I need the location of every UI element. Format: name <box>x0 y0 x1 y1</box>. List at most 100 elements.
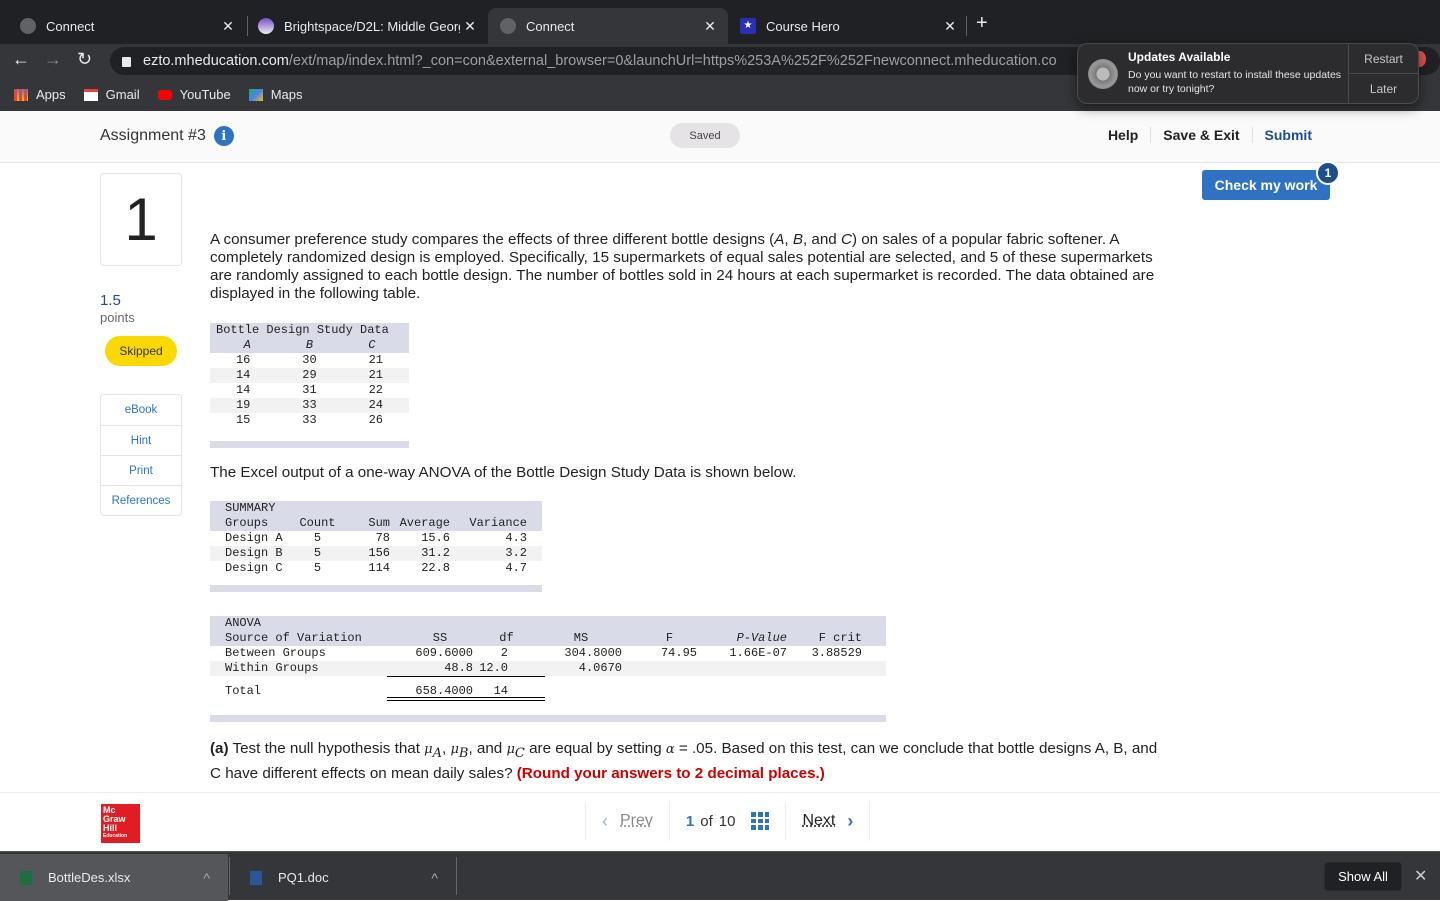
close-tab-icon[interactable]: ✕ <box>218 18 238 35</box>
maps-icon <box>248 88 263 101</box>
table-cell: 1.66E-07 <box>729 646 787 660</box>
table-cell: 22 <box>368 383 384 397</box>
chevron-left-icon: ‹ <box>602 810 608 831</box>
table-cell: 19 <box>235 398 251 412</box>
youtube-icon <box>157 89 172 100</box>
table-cell: 14 <box>235 368 251 382</box>
new-tab-button[interactable]: + <box>976 12 988 35</box>
bookmark-maps[interactable]: Maps <box>248 87 302 102</box>
table-title: ANOVA <box>225 616 262 630</box>
tab-course-hero[interactable]: ★ Course Hero ✕ <box>728 8 968 44</box>
save-exit-link[interactable]: Save & Exit <box>1150 127 1251 143</box>
mcgraw-hill-logo: Mc Graw Hill Education <box>101 804 140 843</box>
table-cell: 4.0670 <box>578 661 622 675</box>
next-button[interactable]: Next › <box>785 801 871 841</box>
subtotal-rule <box>387 676 545 677</box>
chevron-up-icon[interactable]: ^ <box>431 870 438 886</box>
hint-button[interactable]: Hint <box>101 425 181 455</box>
table-cell <box>787 661 862 676</box>
chevron-right-icon: › <box>847 810 854 831</box>
anova-table: ANOVA Source of Variation SS df MS F P-V… <box>210 616 886 722</box>
table-cell: 4.7 <box>505 561 527 575</box>
close-tab-icon[interactable]: ✕ <box>700 18 720 35</box>
download-item-doc[interactable]: PQ1.doc ^ <box>230 854 456 901</box>
table-cell: 29 <box>302 368 317 382</box>
submit-link[interactable]: Submit <box>1251 127 1312 143</box>
system-preferences-gear-icon <box>1088 59 1118 89</box>
close-tab-icon[interactable]: ✕ <box>460 18 480 35</box>
total-double-rule <box>387 697 545 701</box>
column-header: C <box>368 338 376 352</box>
table-cell: 48.8 <box>444 661 473 675</box>
table-cell: 5 <box>313 561 322 575</box>
table-row: Design A 5 78 15.6 4.3 <box>210 531 542 546</box>
table-cell: 30 <box>302 353 317 367</box>
question-pager: ‹ Prev 1 of 10 Next › <box>585 801 871 841</box>
reload-icon[interactable]: ↻ <box>77 49 92 70</box>
excel-output-text: The Excel output of a one-way ANOVA of t… <box>210 464 797 481</box>
question-grid-icon[interactable] <box>751 812 770 830</box>
points-label: points <box>100 310 135 325</box>
notification-title: Updates Available <box>1128 50 1231 64</box>
back-arrow-icon[interactable]: ← <box>12 49 30 70</box>
table-row: 16 30 21 <box>210 353 409 368</box>
ebook-button[interactable]: eBook <box>101 395 181 425</box>
tab-connect-active[interactable]: Connect ✕ <box>488 8 728 44</box>
table-cell: 14 <box>235 383 251 397</box>
table-cell: Design C <box>225 561 283 575</box>
column-header: B <box>305 338 314 352</box>
column-header: F <box>665 631 674 645</box>
column-header: Count <box>299 516 336 530</box>
show-all-button[interactable]: Show All <box>1324 862 1402 891</box>
tab-brightspace[interactable]: Brightspace/D2L: Middle Georg ✕ <box>238 8 488 44</box>
table-cell: 16 <box>235 353 251 367</box>
table-cell: 31 <box>302 383 317 397</box>
updates-notification: Updates Available Do you want to restart… <box>1077 43 1419 104</box>
chevron-up-icon[interactable]: ^ <box>203 870 210 886</box>
question-intro: A consumer preference study compares the… <box>210 231 1155 302</box>
bookmark-youtube[interactable]: YouTube <box>157 87 231 102</box>
table-cell: 74.95 <box>660 646 697 660</box>
table-cell: 156 <box>368 546 390 560</box>
table-cell: 3.2 <box>505 546 527 560</box>
table-row: 15 33 26 <box>210 413 409 428</box>
column-header: P-Value <box>736 631 787 645</box>
table-cell: 114 <box>368 561 390 575</box>
notification-body: Do you want to restart to install these … <box>1128 69 1342 95</box>
points-value: 1.5 <box>100 292 121 309</box>
table-cell: 24 <box>368 398 384 412</box>
table-cell: 21 <box>368 368 384 382</box>
download-item-xlsx[interactable]: BottleDes.xlsx ^ <box>0 854 228 901</box>
bookmark-apps[interactable]: Apps <box>14 87 66 102</box>
bookmark-gmail[interactable]: Gmail <box>83 87 140 102</box>
column-header: Average <box>399 516 450 530</box>
info-icon[interactable]: i <box>213 126 234 146</box>
table-title: SUMMARY <box>225 501 276 515</box>
table-cell: 33 <box>302 398 317 412</box>
summary-table: SUMMARY Groups Count Sum Average Varianc… <box>210 501 542 592</box>
globe-icon <box>20 18 36 34</box>
references-button[interactable]: References <box>101 485 181 515</box>
check-my-work-button[interactable]: Check my work <box>1202 170 1330 200</box>
restart-button[interactable]: Restart <box>1349 44 1418 73</box>
table-row: 19 33 24 <box>210 398 409 413</box>
prev-button[interactable]: ‹ Prev <box>585 801 669 841</box>
close-tab-icon[interactable]: ✕ <box>940 18 960 35</box>
table-cell: Design B <box>225 546 283 560</box>
total-pages: 10 <box>718 812 736 830</box>
table-row: 14 31 22 <box>210 383 409 398</box>
close-icon[interactable]: ✕ <box>1414 866 1427 886</box>
table-cell: Between Groups <box>225 646 326 660</box>
table-row: 14 29 21 <box>210 368 409 383</box>
tab-connect-1[interactable]: Connect ✕ <box>0 8 246 44</box>
table-cell: 31.2 <box>421 546 450 560</box>
help-link[interactable]: Help <box>1096 127 1150 143</box>
table-row: Design B 5 156 31.2 3.2 <box>210 546 542 561</box>
downloads-bar: BottleDes.xlsx ^ PQ1.doc ^ Show All ✕ <box>0 851 1440 901</box>
print-button[interactable]: Print <box>101 455 181 485</box>
forward-arrow-icon[interactable]: → <box>44 49 62 70</box>
table-cell: 15.6 <box>421 531 450 545</box>
globe-icon <box>500 18 516 34</box>
later-button[interactable]: Later <box>1349 73 1418 103</box>
table-cell: 5 <box>313 546 322 560</box>
